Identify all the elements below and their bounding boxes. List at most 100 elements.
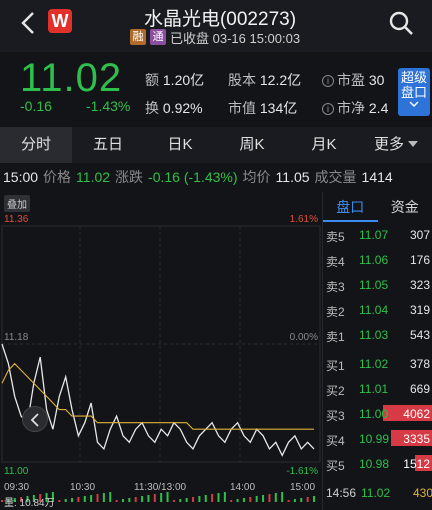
orderbook-row[interactable]: 买2 11.01 669	[323, 376, 432, 401]
orderbook-vol: 4062	[403, 407, 430, 421]
volume-bar	[274, 493, 277, 502]
chart-period-tabs: 分时 五日 日K 周K 月K 更多	[0, 127, 432, 163]
volume-bar	[300, 498, 303, 502]
volume-bar	[134, 497, 137, 502]
orderbook-vol: 319	[409, 303, 430, 317]
orderbook-price: 11.00	[359, 407, 389, 421]
volume-bar	[58, 500, 61, 502]
orderbook-price: 11.04	[359, 303, 389, 317]
orderbook-price: 11.03	[359, 328, 389, 342]
volume-bar	[109, 492, 112, 502]
volume-bar	[255, 496, 258, 502]
volume-bar	[185, 498, 188, 502]
y-axis-mid: 11.18	[4, 332, 29, 343]
orderbook-row[interactable]: 卖3 11.05 323	[323, 272, 432, 297]
orderbook-label: 卖2	[326, 305, 345, 319]
y-axis-top: 11.36	[4, 214, 29, 225]
tab-five-day[interactable]: 五日	[72, 127, 144, 163]
volume-label: 量: 10.84万	[4, 498, 55, 509]
volume-bar	[281, 492, 284, 502]
orderbook-label: 卖3	[326, 280, 345, 294]
volume-bar	[166, 492, 169, 502]
volume-bar	[313, 496, 315, 502]
price-change: -0.16	[20, 98, 52, 114]
last-trade: 14:56 11.02 430	[326, 486, 432, 500]
x-tick: 14:00	[230, 482, 256, 493]
orderbook-price: 10.99	[359, 432, 390, 446]
volume-bar	[71, 498, 74, 502]
volume-bar	[128, 498, 131, 502]
x-tick: 11:30/13:00	[134, 482, 187, 493]
x-tick: 15:00	[290, 482, 316, 493]
volume-bar	[262, 495, 265, 502]
tab-more[interactable]: 更多	[360, 127, 432, 163]
orderbook-price: 11.06	[359, 253, 389, 267]
orderbook-vol: 543	[409, 328, 430, 342]
orderbook-vol: 378	[409, 357, 430, 371]
super-orderbook-button[interactable]: 超级盘口	[398, 68, 430, 116]
orderbook-label: 买5	[326, 459, 345, 473]
info-icon: i	[322, 103, 334, 115]
orderbook-vol: 3335	[403, 432, 430, 446]
volume-bar	[249, 497, 252, 502]
tab-weekly-k[interactable]: 周K	[216, 127, 288, 163]
pe-stat[interactable]: i 市盈 30	[322, 70, 384, 90]
orderbook-price: 11.02	[359, 357, 389, 371]
orderbook-row[interactable]: 买4 10.99 3335	[323, 426, 432, 451]
orderbook-price: 11.01	[359, 382, 389, 396]
ask-list: 卖5 11.07 307 卖4 11.06 176 卖3 11.05 323 卖2 11.04 319…	[323, 222, 432, 347]
current-price: 11.02	[20, 56, 123, 100]
connect-tag: 通	[150, 29, 166, 45]
orderbook-row[interactable]: 买3 11.00 4062	[323, 401, 432, 426]
app-logo[interactable]: W	[48, 9, 72, 33]
volume-bar	[236, 499, 239, 502]
volume-bar	[64, 499, 67, 502]
orderbook-row[interactable]: 卖1 11.03 543	[323, 322, 432, 347]
quote-panel: 11.02 -0.16 -1.43% 额 1.20亿 换 0.92% 股本 12…	[0, 52, 432, 124]
tab-orderbook[interactable]: 盘口	[323, 192, 378, 222]
chevron-down-icon	[409, 101, 419, 107]
orderbook-row[interactable]: 卖2 11.04 319	[323, 297, 432, 322]
volume-bar	[192, 497, 195, 502]
orderbook-row[interactable]: 卖4 11.06 176	[323, 247, 432, 272]
volume-bar	[230, 500, 233, 502]
volume-bar	[115, 500, 118, 502]
tab-intraday[interactable]: 分时	[0, 127, 72, 163]
y-axis-mid-pct: 0.00%	[289, 332, 318, 343]
volume-bar	[83, 496, 86, 502]
volume-bar	[153, 494, 156, 502]
volume-bar	[217, 493, 220, 502]
volume-bar	[121, 499, 124, 502]
shares-stat: 股本 12.2亿	[228, 72, 302, 88]
orderbook-row[interactable]: 买5 10.98 1512	[323, 451, 432, 476]
orderbook-label: 买1	[326, 359, 345, 373]
back-arrow-icon[interactable]	[18, 10, 38, 36]
volume-bar	[1, 500, 3, 502]
orderbook-row[interactable]: 卖5 11.07 307	[323, 222, 432, 247]
volume-bar	[147, 495, 150, 502]
overlay-button[interactable]: 叠加	[4, 195, 30, 212]
orderbook-vol: 1512	[403, 457, 430, 471]
y-axis-bottom: 11.00	[4, 466, 29, 477]
scroll-left-button[interactable]	[22, 406, 48, 432]
tab-monthly-k[interactable]: 月K	[288, 127, 360, 163]
bid-list: 买1 11.02 378 买2 11.01 669 买3 11.00 4062 买4 10.99 33…	[323, 351, 432, 476]
market-status: 已收盘 03-16 15:00:03	[170, 30, 301, 46]
search-icon[interactable]	[388, 10, 414, 36]
volume-bar	[211, 494, 214, 502]
stock-subtitle: 融 通 已收盘 03-16 15:00:03	[130, 28, 300, 46]
mktcap-stat: 市值 134亿	[228, 100, 298, 116]
y-axis-top-pct: 1.61%	[289, 214, 318, 225]
volume-bar	[179, 499, 182, 502]
orderbook-row[interactable]: 买1 11.02 378	[323, 351, 432, 376]
tab-daily-k[interactable]: 日K	[144, 127, 216, 163]
intraday-chart[interactable]: 11.36 1.61% 11.18 0.00% 11.00 -1.61% 09:…	[0, 192, 322, 510]
volume-bar	[287, 500, 290, 502]
amount-stat: 额 1.20亿	[145, 72, 205, 88]
x-tick: 09:30	[4, 482, 30, 493]
caret-down-icon	[408, 141, 418, 147]
tab-capital-flow[interactable]: 资金	[378, 192, 432, 222]
pb-stat[interactable]: i 市净 2.4	[322, 98, 388, 118]
orderbook-price: 10.98	[359, 457, 390, 471]
orderbook-label: 卖1	[326, 330, 345, 344]
